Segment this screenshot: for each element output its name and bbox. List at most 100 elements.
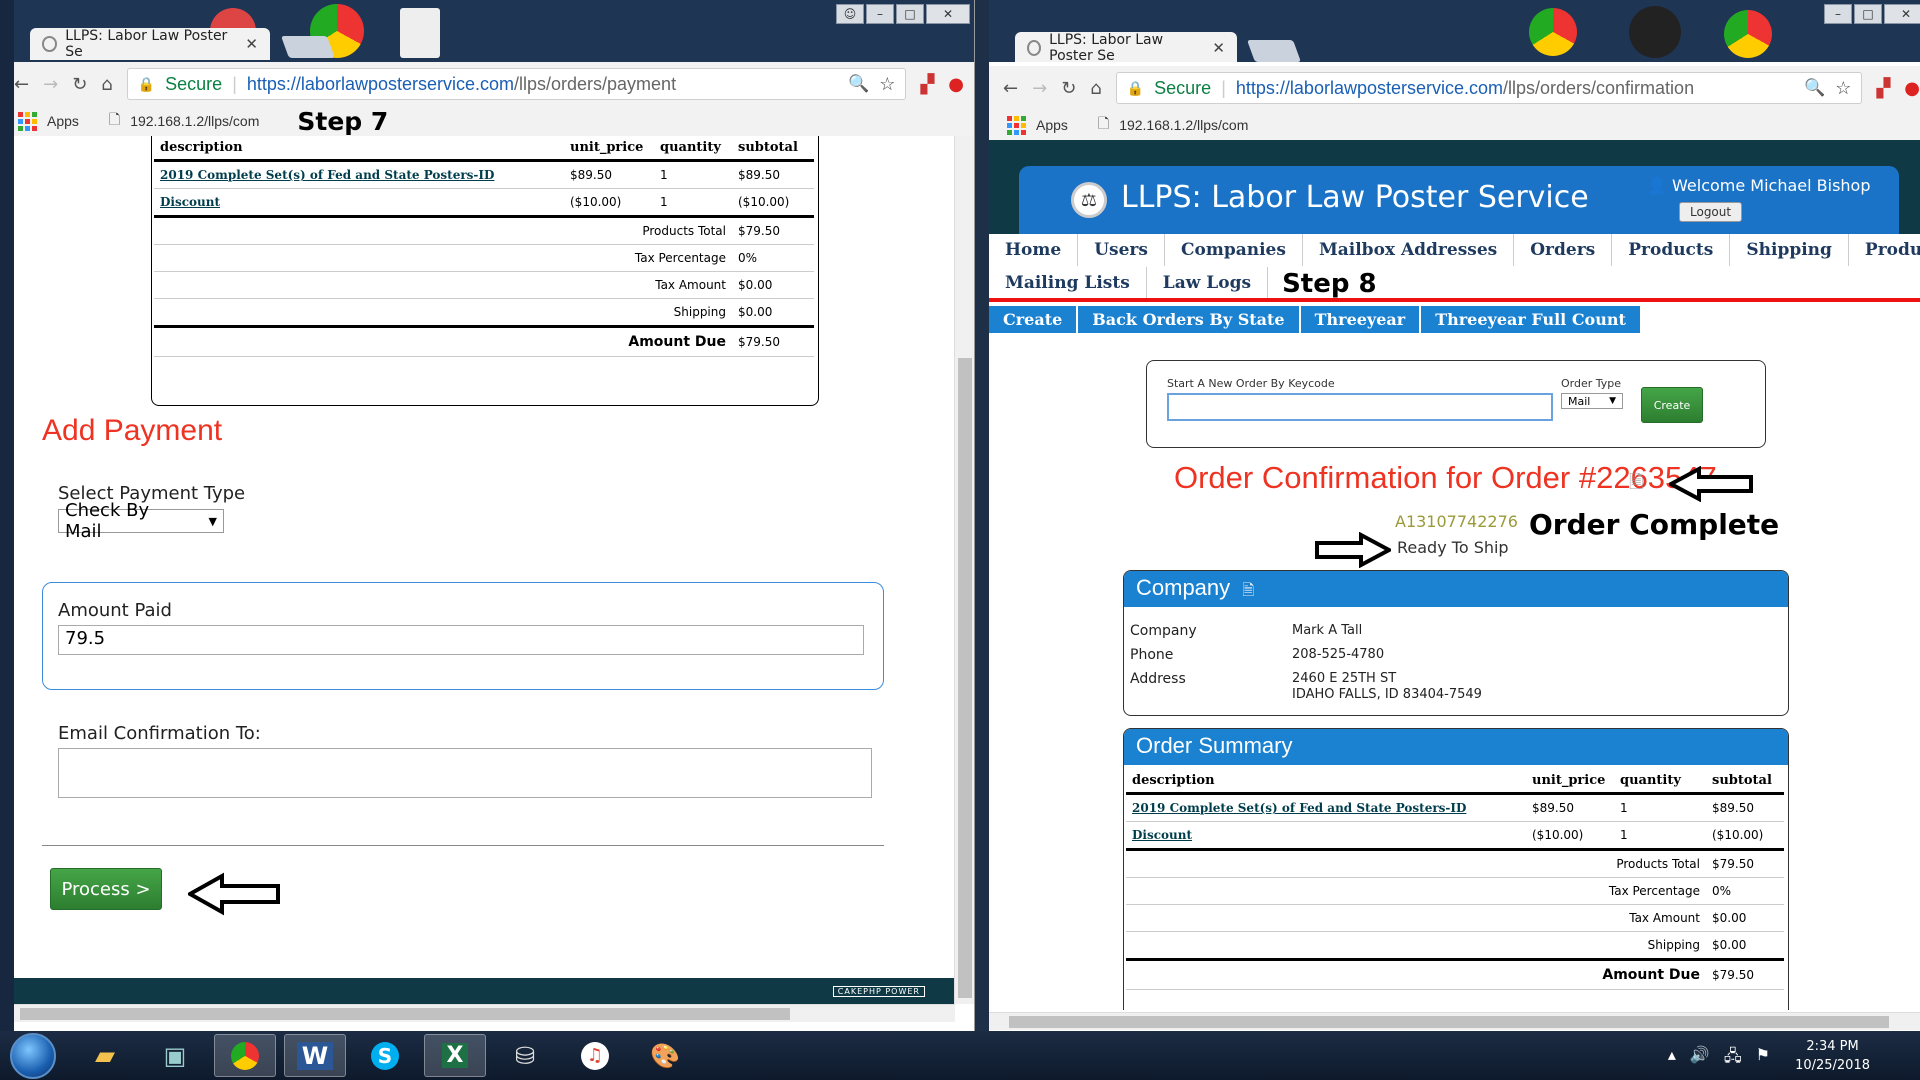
desktop: LLPS: Labor Law Poster Se ✕ ☺ – □ ✕ ← → … — [0, 0, 1920, 1080]
payment-type-select[interactable]: Check By Mail ▼ — [58, 500, 224, 542]
home-icon[interactable]: ⌂ — [1090, 78, 1101, 99]
minimize-icon[interactable]: – — [866, 4, 894, 24]
flag-icon[interactable]: ⚑ — [1756, 1045, 1770, 1072]
apps-bookmark[interactable]: Apps — [47, 113, 79, 129]
logout-button[interactable]: Logout — [1679, 202, 1743, 222]
bookmark-link[interactable]: 192.168.1.2/llps/com — [130, 113, 259, 129]
totals-value: 0% — [1706, 877, 1784, 905]
apps-grid-icon[interactable] — [18, 111, 37, 131]
nav-mailing-lists[interactable]: Mailing Lists — [989, 267, 1147, 301]
create-order-button[interactable]: Create — [1641, 387, 1703, 423]
close-window-icon[interactable]: ✕ — [1884, 4, 1920, 24]
address-bar[interactable]: 🔒 Secure | https://laborlawposterservice… — [126, 68, 907, 100]
address-line1: 2460 E 25TH ST — [1292, 671, 1397, 686]
nav-shipping[interactable]: Shipping — [1730, 234, 1849, 266]
network-icon[interactable]: 🖧 — [1724, 1045, 1742, 1072]
nav-users[interactable]: Users — [1078, 234, 1165, 266]
order-complete-label: Order Complete — [1529, 508, 1780, 541]
vertical-scrollbar[interactable] — [954, 136, 974, 1004]
totals-row: Products Total $79.50 — [1126, 848, 1784, 878]
close-tab-icon[interactable]: ✕ — [245, 35, 258, 53]
nav-product[interactable]: Product — [1849, 234, 1920, 266]
subnav-create[interactable]: Create — [989, 306, 1077, 333]
pdf-extension-icon[interactable]: ▞ — [1876, 78, 1890, 99]
close-window-icon[interactable]: ✕ — [926, 4, 970, 24]
apps-bookmark[interactable]: Apps — [1036, 117, 1068, 133]
horizontal-scrollbar[interactable] — [989, 1012, 1920, 1030]
maximize-icon[interactable]: □ — [1854, 4, 1882, 24]
scroll-thumb[interactable] — [1009, 1016, 1889, 1028]
forward-icon[interactable]: → — [1032, 78, 1047, 99]
order-summary-panel: Order Summary description unit_price qua… — [1123, 728, 1789, 1010]
document-icon[interactable]: 🗎 — [1242, 582, 1254, 599]
chrome-icon[interactable] — [214, 1034, 276, 1077]
pdf-extension-icon[interactable]: ▞ — [920, 74, 934, 95]
zoom-icon[interactable]: 🔍 — [1804, 78, 1825, 98]
database-icon[interactable]: ⛁ — [494, 1034, 556, 1077]
user-icon[interactable]: ☺ — [836, 4, 864, 24]
start-button[interactable] — [10, 1033, 56, 1079]
apps-grid-icon[interactable] — [1007, 115, 1026, 135]
extension-icon[interactable]: ● — [1904, 78, 1920, 99]
product-link[interactable]: 2019 Complete Set(s) of Fed and State Po… — [1132, 801, 1466, 815]
excel-icon[interactable]: X — [424, 1034, 486, 1077]
discount-link[interactable]: Discount — [1132, 828, 1192, 842]
document-icon[interactable]: 🗎 — [1629, 470, 1643, 500]
scroll-thumb[interactable] — [958, 358, 972, 998]
new-tab-button[interactable] — [1246, 40, 1302, 62]
amount-due-label: Amount Due — [154, 325, 732, 357]
discount-link[interactable]: Discount — [160, 195, 220, 209]
skype-icon[interactable]: S — [354, 1034, 416, 1077]
tray-expand-icon[interactable]: ▴ — [1668, 1045, 1676, 1072]
new-tab-button[interactable] — [280, 36, 336, 58]
extension-icon[interactable]: ● — [948, 74, 964, 95]
order-summary-heading: Order Summary — [1124, 729, 1788, 765]
company-panel-header: Company 🗎 — [1124, 571, 1788, 607]
nav-law-logs[interactable]: Law Logs — [1147, 267, 1269, 301]
subnav-threeyear[interactable]: Threeyear — [1300, 306, 1420, 333]
col-subtotal: subtotal — [732, 136, 814, 162]
itunes-icon[interactable]: ♫ — [564, 1034, 626, 1077]
reload-icon[interactable]: ↻ — [1061, 78, 1076, 99]
bookmark-link[interactable]: 192.168.1.2/llps/com — [1119, 117, 1248, 133]
subtotal-cell: ($10.00) — [732, 188, 814, 217]
back-icon[interactable]: ← — [14, 74, 29, 95]
amount-due-value: $79.50 — [1706, 958, 1784, 990]
bookmark-star-icon[interactable]: ☆ — [1835, 78, 1851, 99]
back-icon[interactable]: ← — [1003, 78, 1018, 99]
order-type-select[interactable]: Mail ▼ — [1561, 393, 1623, 409]
amount-paid-input[interactable]: 79.5 — [58, 625, 864, 655]
email-confirmation-input[interactable] — [58, 748, 872, 798]
product-link[interactable]: 2019 Complete Set(s) of Fed and State Po… — [160, 168, 494, 182]
clock[interactable]: 2:34 PM 10/25/2018 — [1795, 1037, 1870, 1075]
scroll-thumb[interactable] — [20, 1008, 790, 1020]
reload-icon[interactable]: ↻ — [72, 74, 87, 95]
horizontal-scrollbar[interactable] — [0, 1004, 955, 1022]
home-icon[interactable]: ⌂ — [101, 74, 112, 95]
subnav-back-orders[interactable]: Back Orders By State — [1078, 306, 1299, 333]
nav-companies[interactable]: Companies — [1165, 234, 1303, 266]
address-bar[interactable]: 🔒 Secure | https://laborlawposterservice… — [1115, 72, 1863, 104]
nav-orders[interactable]: Orders — [1514, 234, 1613, 266]
window-icon[interactable]: ▣ — [144, 1034, 206, 1077]
nav-mailbox-addresses[interactable]: Mailbox Addresses — [1303, 234, 1515, 266]
maximize-icon[interactable]: □ — [896, 4, 924, 24]
paint-icon[interactable]: 🎨 — [634, 1034, 696, 1077]
nav-products[interactable]: Products — [1612, 234, 1731, 266]
keycode-input[interactable] — [1167, 393, 1553, 421]
volume-icon[interactable]: 🔊 — [1690, 1045, 1710, 1072]
close-tab-icon[interactable]: ✕ — [1212, 39, 1225, 57]
zoom-icon[interactable]: 🔍 — [848, 74, 869, 94]
forward-icon[interactable]: → — [43, 74, 58, 95]
nav-home[interactable]: Home — [989, 234, 1079, 266]
subnav-threeyear-full[interactable]: Threeyear Full Count — [1421, 306, 1640, 333]
word-icon[interactable]: W — [284, 1034, 346, 1077]
process-button[interactable]: Process > — [50, 868, 162, 910]
tab-llps[interactable]: LLPS: Labor Law Poster Se ✕ — [1015, 32, 1237, 62]
tab-llps[interactable]: LLPS: Labor Law Poster Se ✕ — [30, 28, 270, 60]
explorer-icon[interactable]: ▰ — [74, 1034, 136, 1077]
totals-label: Shipping — [1126, 931, 1706, 960]
bookmark-star-icon[interactable]: ☆ — [879, 74, 895, 95]
minimize-icon[interactable]: – — [1824, 4, 1852, 24]
order-type-label: Order Type — [1561, 377, 1622, 390]
